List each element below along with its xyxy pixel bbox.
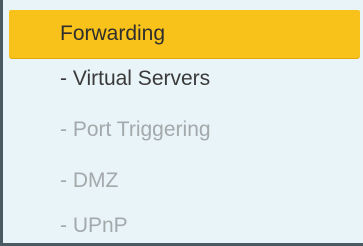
forwarding-menu-panel: Forwarding - Virtual Servers - Port Trig… <box>0 0 363 246</box>
menu-item-upnp[interactable]: - UPnP <box>60 211 128 241</box>
menu-item-port-triggering[interactable]: - Port Triggering <box>60 115 211 145</box>
menu-header-forwarding[interactable]: Forwarding <box>9 10 360 58</box>
menu-item-dmz[interactable]: - DMZ <box>60 166 118 196</box>
menu-item-virtual-servers[interactable]: - Virtual Servers <box>60 64 210 94</box>
